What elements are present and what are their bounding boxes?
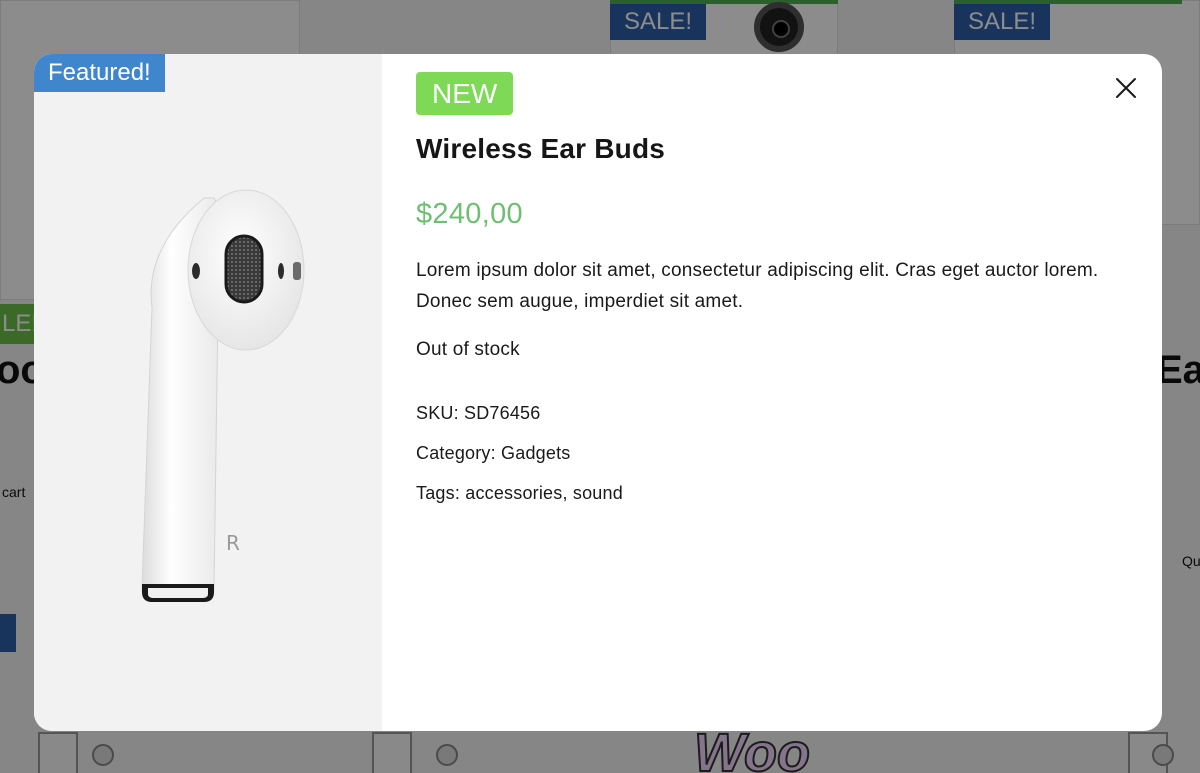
product-meta: SKU: SD76456 Category: Gadgets Tags: acc… bbox=[416, 402, 1162, 504]
product-image-panel: Featured! R bbox=[34, 54, 382, 731]
tag-separator: , bbox=[562, 483, 573, 503]
svg-text:R: R bbox=[226, 531, 240, 555]
sku-label: SKU: bbox=[416, 403, 459, 423]
category-link-gadgets[interactable]: Gadgets bbox=[501, 443, 570, 463]
stock-status: Out of stock bbox=[416, 339, 520, 360]
tag-link-sound[interactable]: sound bbox=[573, 483, 623, 503]
sku-value: SD76456 bbox=[464, 403, 541, 423]
product-quick-view-modal: Featured! R NEW Wireless Ear Buds $240,0… bbox=[34, 54, 1162, 731]
tags-label: Tags: bbox=[416, 483, 461, 503]
close-icon bbox=[1116, 78, 1136, 98]
featured-badge: Featured! bbox=[34, 54, 165, 92]
tag-link-accessories[interactable]: accessories bbox=[465, 483, 562, 503]
close-button[interactable] bbox=[1112, 74, 1140, 102]
product-price: $240,00 bbox=[416, 198, 523, 230]
product-title: Wireless Ear Buds bbox=[416, 133, 666, 164]
sku-row: SKU: SD76456 bbox=[416, 402, 1162, 424]
new-badge: NEW bbox=[416, 72, 514, 115]
earbud-image: R bbox=[141, 189, 305, 602]
category-row: Category: Gadgets bbox=[416, 442, 1162, 464]
category-label: Category: bbox=[416, 443, 496, 463]
product-description: Lorem ipsum dolor sit amet, consectetur … bbox=[416, 260, 1099, 312]
product-details-panel: NEW Wireless Ear Buds $240,00 Lorem ipsu… bbox=[382, 54, 1162, 731]
tags-row: Tags: accessories, sound bbox=[416, 482, 1162, 504]
